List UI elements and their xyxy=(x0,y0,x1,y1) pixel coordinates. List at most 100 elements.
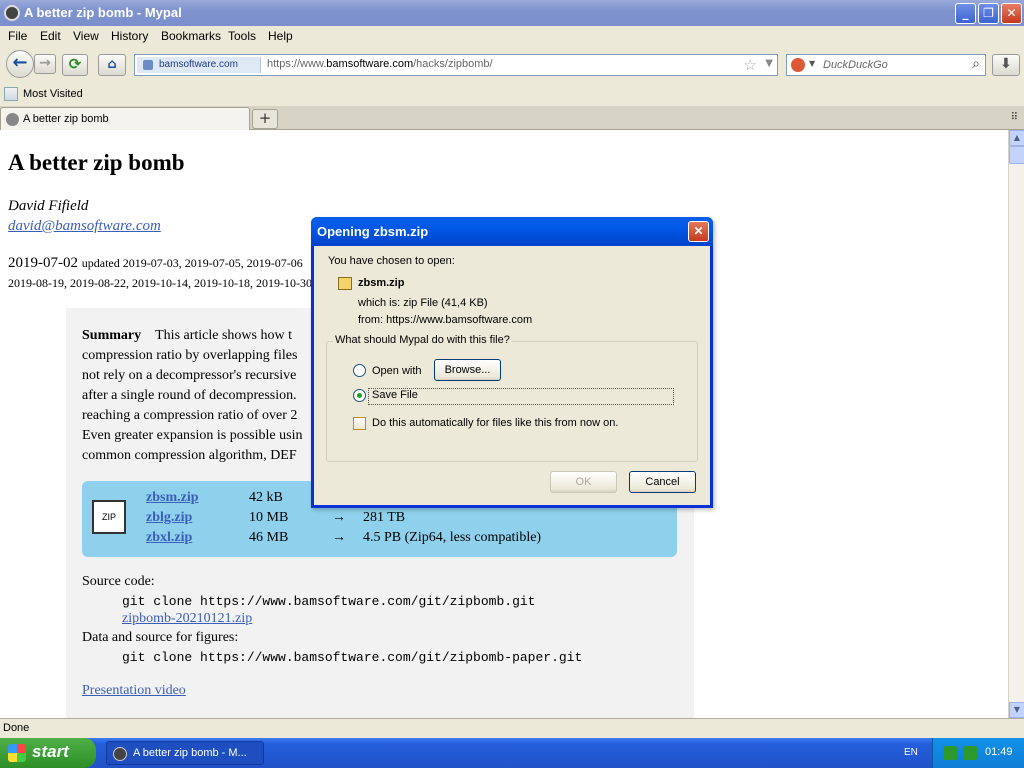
menu-view[interactable]: View xyxy=(73,29,99,43)
forward-button[interactable]: → xyxy=(34,54,56,74)
url-text[interactable]: https://www.bamsoftware.com/hacks/zipbom… xyxy=(267,58,493,70)
duckduckgo-engine-icon[interactable] xyxy=(791,58,805,72)
save-file-label[interactable]: Save File xyxy=(372,389,418,401)
tab-zip-bomb[interactable]: A better zip bomb xyxy=(0,107,250,131)
search-placeholder[interactable]: DuckDuckGo xyxy=(823,59,888,71)
url-domain: bamsoftware.com xyxy=(326,58,414,70)
address-bar[interactable]: bamsoftware.com https://www.bamsoftware.… xyxy=(134,54,778,76)
presentation-video-link[interactable]: Presentation video xyxy=(82,683,186,699)
taskbar-item-mypal[interactable]: A better zip bomb - M... xyxy=(106,741,264,765)
downloads-button[interactable]: ⬇ xyxy=(992,54,1020,76)
window-title: A better zip bomb - Mypal xyxy=(24,5,182,20)
expands-to-arrow: → xyxy=(332,530,346,545)
update-dates: 2019-08-19, 2019-08-22, 2019-10-14, 2019… xyxy=(8,276,312,290)
file-link-zbxl[interactable]: zbxl.zip xyxy=(146,530,192,546)
dialog-file-name: zbsm.zip xyxy=(358,277,405,289)
file-size: 10 MB xyxy=(249,510,289,525)
system-tray: 01:49 xyxy=(932,738,1024,768)
browse-button[interactable]: Browse... xyxy=(434,359,501,381)
menu-tools[interactable]: Tools xyxy=(228,29,256,43)
new-tab-button[interactable]: + xyxy=(252,109,278,129)
most-visited-bookmark[interactable]: Most Visited xyxy=(23,88,83,100)
author-email-link[interactable]: david@bamsoftware.com xyxy=(8,218,161,235)
maximize-button[interactable]: ❐ xyxy=(978,3,999,24)
back-button[interactable]: ← xyxy=(6,50,34,78)
open-file-dialog: Opening zbsm.zip ✕ You have chosen to op… xyxy=(311,217,713,508)
tab-list-icon[interactable]: ⠿ xyxy=(1011,112,1018,123)
engine-dropdown-icon[interactable]: ▼ xyxy=(809,59,815,68)
network-tray-icon[interactable] xyxy=(943,746,957,760)
most-visited-icon xyxy=(4,87,18,101)
file-expanded-size: 281 TB xyxy=(363,510,406,525)
auto-action-checkbox[interactable] xyxy=(353,417,366,430)
author-name: David Fifield xyxy=(8,198,89,214)
dialog-body: You have chosen to open: zbsm.zip which … xyxy=(314,243,710,505)
menu-history[interactable]: History xyxy=(111,29,148,43)
bookmark-star-icon[interactable]: ☆ xyxy=(744,56,757,74)
open-with-label[interactable]: Open with xyxy=(372,365,422,377)
window-title-bar: A better zip bomb - Mypal _ ❐ ✕ xyxy=(0,0,1024,26)
ok-button[interactable]: OK xyxy=(550,471,617,493)
file-type-info: which is: zip File (41,4 KB) xyxy=(358,297,488,309)
reload-button[interactable]: ⟳ xyxy=(62,54,88,76)
summary-line: reaching a compression ratio of over 2 xyxy=(82,408,298,423)
file-size: 46 MB xyxy=(249,530,289,545)
close-window-button[interactable]: ✕ xyxy=(1001,3,1022,24)
summary-line: compression ratio by overlapping files xyxy=(82,348,298,363)
start-button[interactable]: start xyxy=(0,738,96,768)
expands-to-arrow: → xyxy=(332,510,346,525)
dialog-close-button[interactable]: ✕ xyxy=(688,221,709,242)
scroll-down-icon[interactable]: ▼ xyxy=(1009,702,1024,718)
cancel-button[interactable]: Cancel xyxy=(629,471,696,493)
url-history-dropdown-icon[interactable]: ▼ xyxy=(765,58,773,69)
scroll-thumb[interactable] xyxy=(1009,146,1024,164)
open-with-radio[interactable] xyxy=(353,364,366,377)
date-updated: updated 2019-07-03, 2019-07-05, 2019-07-… xyxy=(81,256,303,270)
publication-date: 2019-07-02 updated 2019-07-03, 2019-07-0… xyxy=(8,255,303,272)
summary-line: after a single round of decompression. xyxy=(82,388,297,403)
menu-help[interactable]: Help xyxy=(268,29,293,43)
figures-data-label: Data and source for figures: xyxy=(82,630,239,645)
file-size: 42 kB xyxy=(249,490,283,505)
menu-edit[interactable]: Edit xyxy=(40,29,61,43)
source-zip-link[interactable]: zipbomb-20210121.zip xyxy=(122,611,252,627)
tab-label: A better zip bomb xyxy=(23,113,109,125)
summary-line: Even greater expansion is possible usin xyxy=(82,428,303,443)
menu-bookmarks[interactable]: Bookmarks xyxy=(161,29,221,43)
clock: 01:49 xyxy=(985,746,1013,758)
tab-strip: A better zip bomb + ⠿ xyxy=(0,106,1024,131)
summary-heading: Summary xyxy=(82,328,142,343)
summary-line: not rely on a decompressor's recursive xyxy=(82,368,297,383)
file-link-zblg[interactable]: zblg.zip xyxy=(146,510,192,526)
figures-git-command: git clone https://www.bamsoftware.com/gi… xyxy=(122,650,583,665)
scroll-up-icon[interactable]: ▲ xyxy=(1009,130,1024,146)
auto-action-label[interactable]: Do this automatically for files like thi… xyxy=(372,417,618,429)
chosen-to-open-label: You have chosen to open: xyxy=(328,255,455,267)
windows-taskbar: start A better zip bomb - M... EN 01:49 xyxy=(0,738,1024,768)
summary-text: Summary This article shows how t compress… xyxy=(82,326,322,466)
dialog-title-bar: Opening zbsm.zip ✕ xyxy=(311,217,713,246)
language-indicator[interactable]: EN xyxy=(904,747,918,758)
taskbar-item-label: A better zip bomb - M... xyxy=(133,747,247,759)
vertical-scrollbar[interactable]: ▲ ▼ xyxy=(1008,130,1024,718)
menu-file[interactable]: File xyxy=(8,29,27,43)
mypal-taskbar-icon xyxy=(113,747,127,761)
save-file-radio[interactable] xyxy=(353,389,366,402)
site-identity-button[interactable]: bamsoftware.com xyxy=(137,57,261,73)
security-tray-icon[interactable] xyxy=(963,746,977,760)
file-expanded-size: 4.5 PB (Zip64, less compatible) xyxy=(363,530,542,545)
url-path: /hacks/zipbomb/ xyxy=(413,58,493,70)
summary-line: common compression algorithm, DEF xyxy=(82,448,297,463)
mypal-app-icon xyxy=(4,5,20,21)
date-main: 2019-07-02 xyxy=(8,255,78,271)
search-icon[interactable]: ⌕ xyxy=(972,56,980,72)
status-bar: Done xyxy=(0,718,1024,738)
home-button[interactable]: ⌂ xyxy=(98,54,126,76)
file-link-zbsm[interactable]: zbsm.zip xyxy=(146,490,199,506)
source-git-command: git clone https://www.bamsoftware.com/gi… xyxy=(122,594,536,609)
url-prefix: https://www. xyxy=(267,58,327,70)
zip-file-icon: ZIP xyxy=(92,500,126,534)
search-bar[interactable]: ▼ DuckDuckGo ⌕ xyxy=(786,54,986,76)
tab-favicon-icon xyxy=(6,113,19,126)
minimize-button[interactable]: _ xyxy=(955,3,976,24)
